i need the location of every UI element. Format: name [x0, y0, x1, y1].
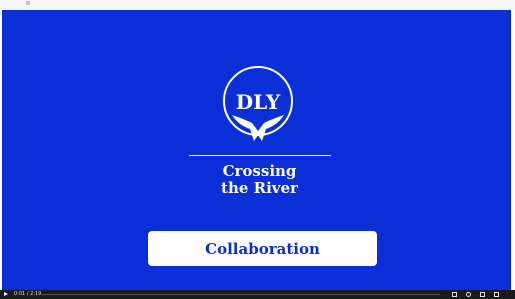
- settings-icon[interactable]: [466, 292, 471, 297]
- volume-icon[interactable]: [452, 292, 457, 297]
- dly-eagle-logo: DLY: [223, 66, 293, 141]
- video-player[interactable]: DLY Crossing the River Collaboration: [2, 10, 511, 293]
- course-title-line2: the River: [221, 179, 298, 197]
- progress-track[interactable]: [40, 294, 440, 295]
- play-icon[interactable]: [4, 292, 8, 296]
- browser-top-strip: [0, 0, 515, 10]
- player-controls: 0:01 / 2:19: [0, 290, 515, 299]
- logo-text: DLY: [236, 90, 281, 114]
- pip-icon[interactable]: [480, 292, 485, 297]
- fullscreen-icon[interactable]: [494, 292, 499, 297]
- divider-line: [189, 155, 331, 156]
- course-title-line1: Crossing: [222, 162, 297, 180]
- collaboration-button[interactable]: Collaboration: [148, 231, 377, 266]
- cursor-marker: [26, 1, 30, 5]
- course-title: Crossing the River: [152, 163, 367, 197]
- time-display: 0:01 / 2:19: [14, 291, 42, 297]
